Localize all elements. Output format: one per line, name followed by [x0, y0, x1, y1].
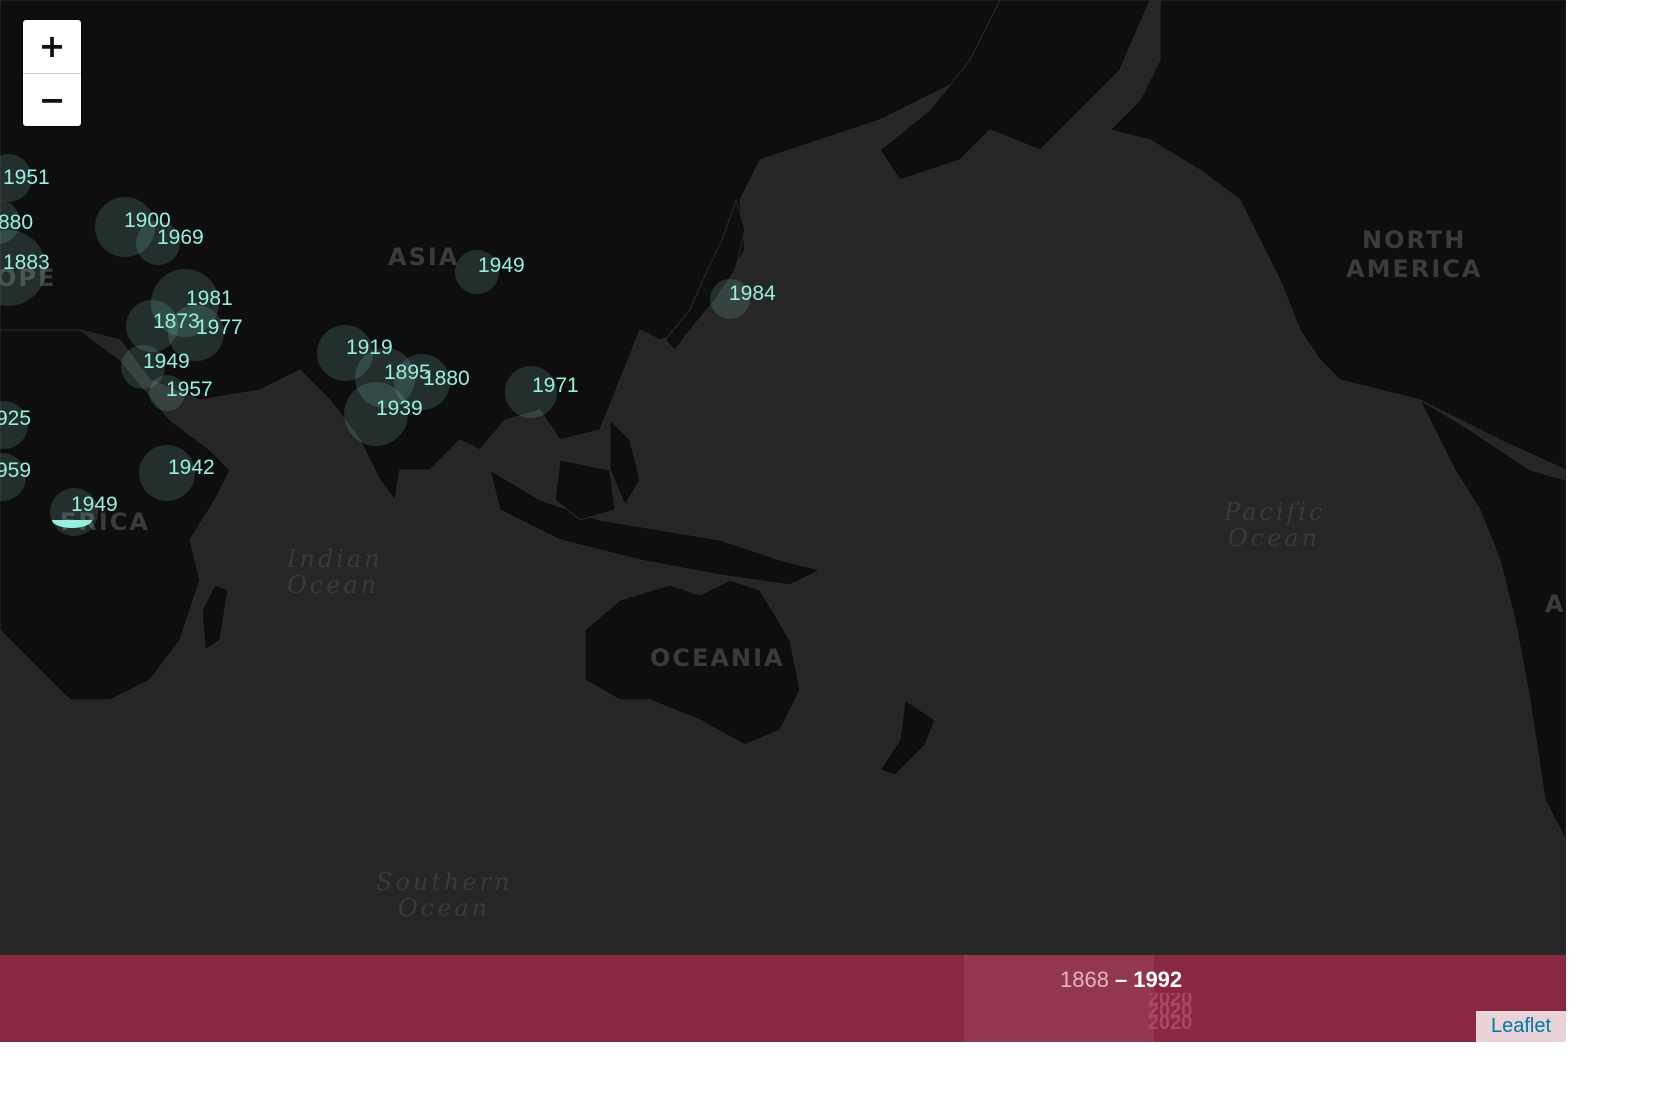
- timeline-range: 1868–1992: [1060, 967, 1182, 993]
- event-marker-label: 1949: [71, 493, 118, 516]
- event-marker-label: 959: [0, 459, 31, 482]
- land-philippines: [609, 418, 641, 507]
- event-marker-label: 1957: [166, 378, 213, 401]
- timeline-ghost-years: 2020 2020 2020: [1140, 993, 1200, 1029]
- event-marker-label: 1971: [532, 374, 579, 397]
- ocean-label-pacific-1: Pacific: [1223, 498, 1326, 526]
- ocean-label-indian-2: Ocean: [287, 571, 379, 599]
- land-indonesia: [489, 468, 822, 586]
- region-label-oceania: OCEANIA: [650, 644, 785, 672]
- ghost-year: 2020: [1147, 1012, 1193, 1029]
- event-marker-label: 1880: [423, 367, 470, 390]
- event-marker-label: 1949: [478, 254, 525, 277]
- ocean-label-southern-2: Ocean: [398, 894, 490, 922]
- basemap: ASIA NORTH AMERICA OCEANIA FRICA OPE A I…: [0, 0, 1566, 922]
- ocean-label-pacific-2: Ocean: [1228, 524, 1320, 552]
- event-marker-label: 1939: [376, 397, 423, 420]
- event-marker-label: 1977: [196, 316, 243, 339]
- event-marker-label: 1951: [3, 166, 50, 189]
- leaflet-attribution-link[interactable]: Leaflet: [1476, 1011, 1566, 1042]
- event-marker-label: 1984: [729, 282, 776, 305]
- land-north-america: [1109, 0, 1566, 471]
- event-marker-label: 1883: [3, 251, 50, 274]
- land-south-america: [1418, 398, 1566, 841]
- zoom-control: + −: [23, 20, 81, 126]
- zoom-in-button[interactable]: +: [23, 20, 81, 74]
- ocean-label-southern-1: Southern: [376, 868, 513, 896]
- land-new-zealand: [879, 699, 936, 776]
- land-madagascar: [201, 584, 229, 651]
- map-canvas[interactable]: ASIA NORTH AMERICA OCEANIA FRICA OPE A I…: [0, 0, 1566, 1042]
- range-separator: –: [1114, 967, 1128, 992]
- zoom-out-button[interactable]: −: [23, 74, 81, 127]
- region-label-asia: ASIA: [388, 243, 459, 271]
- region-label-north: NORTH: [1362, 226, 1466, 254]
- region-label-america: AMERICA: [1346, 255, 1482, 283]
- region-label-south-america: A: [1545, 590, 1566, 618]
- event-marker-label: 1942: [168, 456, 215, 479]
- ocean-label-indian-1: Indian: [286, 545, 383, 573]
- range-start: 1868: [1060, 967, 1109, 992]
- timeline-bar[interactable]: 1868–1992 2020 2020 2020: [0, 955, 1566, 1042]
- range-end: 1992: [1133, 967, 1183, 992]
- event-marker-label: 925: [0, 407, 31, 430]
- event-marker-label: 1969: [157, 226, 204, 249]
- event-marker-label: 1949: [143, 350, 190, 373]
